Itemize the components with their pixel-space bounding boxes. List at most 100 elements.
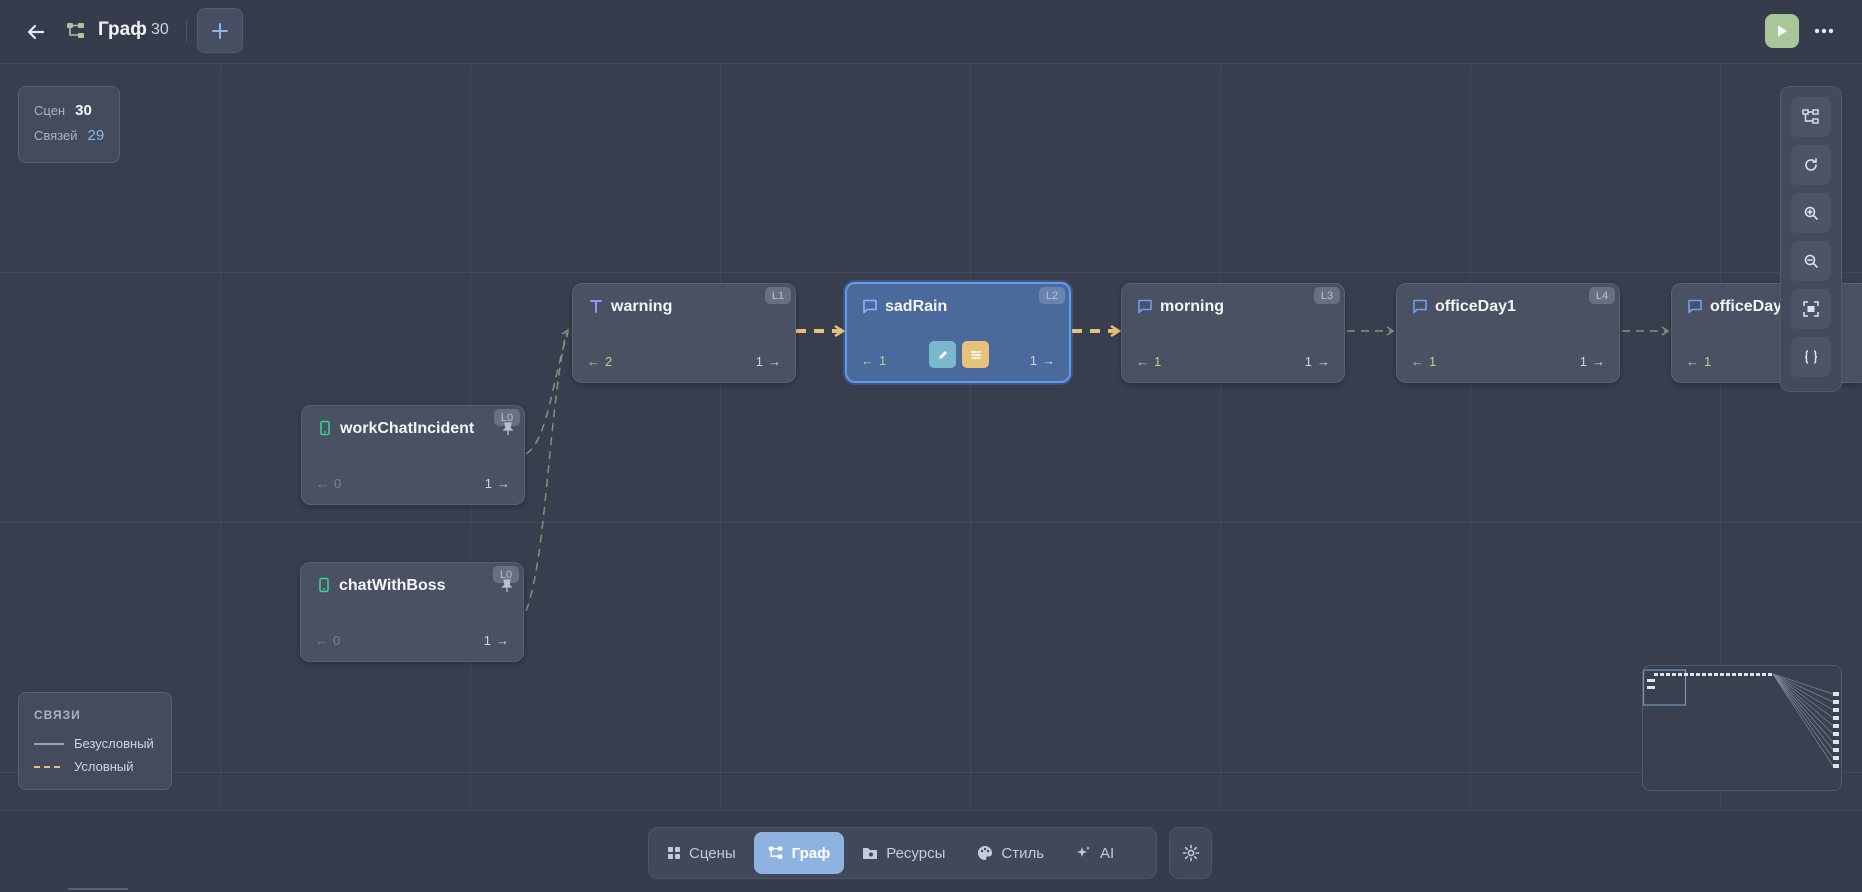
minimap-graph — [1643, 669, 1839, 768]
chat-icon — [1138, 299, 1152, 314]
outgoing-count: 1 → — [483, 633, 509, 648]
json-view-button[interactable] — [1791, 337, 1831, 377]
pencil-icon — [938, 350, 947, 359]
layout-icon — [1802, 109, 1819, 124]
braces-icon — [1804, 350, 1818, 364]
fit-screen-button[interactable] — [1791, 289, 1831, 329]
tab-label: Ресурсы — [886, 844, 946, 862]
chat-icon — [863, 299, 877, 314]
incoming-count: ← 2 — [587, 354, 613, 369]
scenes-value: 30 — [75, 102, 92, 119]
text-icon — [590, 300, 602, 313]
graph-stats-panel: Сцен 30 Связей 29 — [18, 86, 120, 163]
incoming-count: ← 0 — [316, 476, 342, 491]
graph-canvas[interactable] — [0, 65, 1862, 810]
app-window: Граф 30 Сцен 30 Связей 29 warning L1 ← 2… — [0, 0, 1862, 892]
tab-label: Стиль — [1001, 844, 1045, 862]
arrow-in-icon: ← — [316, 476, 329, 491]
arrow-in-icon: ← — [587, 354, 600, 369]
node-title: warning — [611, 298, 673, 315]
tab-resources[interactable]: Ресурсы — [848, 832, 959, 874]
refresh-button[interactable] — [1791, 145, 1831, 185]
auto-layout-button[interactable] — [1791, 97, 1831, 137]
pin-icon[interactable] — [502, 422, 514, 436]
arrow-out-icon: → — [768, 354, 781, 369]
play-button[interactable] — [1765, 14, 1799, 48]
header-divider — [186, 20, 187, 42]
gear-icon — [1182, 844, 1199, 862]
scene-node-chatwithboss[interactable]: chatWithBoss L0 ← 0 1 → — [300, 562, 524, 662]
tab-label: AI — [1100, 844, 1115, 862]
play-icon — [1778, 25, 1787, 37]
outgoing-count: 1 → — [1579, 354, 1605, 369]
edges-legend: связи Безусловный Условный — [18, 692, 172, 790]
arrow-left-icon — [27, 24, 45, 40]
legend-conditional-label: Условный — [74, 759, 134, 774]
incoming-count: ← 1 — [1411, 354, 1437, 369]
node-title: workChatIncident — [340, 420, 475, 437]
graph-icon — [768, 846, 783, 859]
bottom-nav: Сцены Граф Ресурсы Стиль AI — [648, 827, 1157, 879]
node-title: sadRain — [885, 298, 948, 315]
phone-icon — [319, 577, 329, 593]
scene-node-warning[interactable]: warning L1 ← 2 1 → — [572, 283, 796, 383]
dashed-line-swatch — [34, 765, 64, 768]
zoom-out-button[interactable] — [1791, 241, 1831, 281]
outgoing-count: 1 → — [755, 354, 781, 369]
node-title: morning — [1160, 298, 1224, 315]
arrow-out-icon: → — [496, 633, 509, 648]
add-scene-button[interactable] — [197, 8, 243, 53]
tab-label: Сцены — [689, 844, 736, 862]
scene-node-sadrain[interactable]: sadRain L2 ← 1 1 → — [845, 282, 1071, 383]
level-badge: L2 — [1039, 287, 1065, 304]
legend-title: связи — [34, 708, 81, 722]
fit-screen-icon — [1803, 301, 1819, 317]
links-label: Связей — [34, 128, 78, 143]
top-bar: Граф 30 — [0, 0, 1862, 64]
scenes-label: Сцен — [34, 103, 66, 118]
refresh-icon — [1805, 158, 1817, 171]
level-badge: L4 — [1589, 287, 1615, 304]
incoming-count: ← 1 — [861, 353, 887, 368]
scene-node-officeday1[interactable]: officeDay1 L4 ← 1 1 → — [1396, 283, 1620, 383]
level-badge: L1 — [765, 287, 791, 304]
palette-icon — [978, 846, 993, 860]
outgoing-count: 1 → — [1029, 353, 1055, 368]
zoom-in-icon — [1804, 206, 1818, 220]
node-title: officeDay1 — [1435, 298, 1516, 315]
zoom-out-icon — [1804, 254, 1818, 268]
grid-icon — [668, 847, 680, 859]
back-button[interactable] — [20, 16, 52, 48]
edit-node-button[interactable] — [929, 341, 956, 368]
more-button[interactable] — [1811, 18, 1837, 44]
arrow-in-icon: ← — [861, 353, 874, 368]
outgoing-count: 1 → — [1304, 354, 1330, 369]
chat-icon — [1413, 299, 1427, 314]
settings-button[interactable] — [1169, 827, 1212, 879]
scene-node-morning[interactable]: morning L3 ← 1 1 → — [1121, 283, 1345, 383]
tab-graph[interactable]: Граф — [753, 832, 845, 874]
outgoing-count: 1 → — [484, 476, 510, 491]
arrow-in-icon: ← — [1136, 354, 1149, 369]
arrow-out-icon: → — [497, 476, 510, 491]
zoom-in-button[interactable] — [1791, 193, 1831, 233]
solid-line-swatch — [34, 742, 64, 745]
arrow-in-icon: ← — [1411, 354, 1424, 369]
incoming-count: ← 1 — [1686, 354, 1712, 369]
tab-ai[interactable]: AI — [1062, 832, 1128, 874]
scene-node-workchatincident[interactable]: workChatIncident L0 ← 0 1 → — [301, 405, 525, 505]
tab-scenes[interactable]: Сцены — [653, 832, 750, 874]
node-title: officeDay1 — [1710, 298, 1791, 315]
sliders-icon — [970, 350, 981, 359]
tab-style[interactable]: Стиль — [963, 832, 1058, 874]
minimap[interactable] — [1642, 665, 1842, 791]
phone-icon — [320, 420, 330, 436]
scroll-indicator — [68, 888, 128, 890]
arrow-in-icon: ← — [1686, 354, 1699, 369]
node-title: chatWithBoss — [339, 577, 446, 594]
pin-icon[interactable] — [501, 579, 513, 593]
node-settings-button[interactable] — [962, 341, 989, 368]
level-badge: L3 — [1314, 287, 1340, 304]
incoming-count: ← 1 — [1136, 354, 1162, 369]
node-actions — [929, 341, 989, 368]
